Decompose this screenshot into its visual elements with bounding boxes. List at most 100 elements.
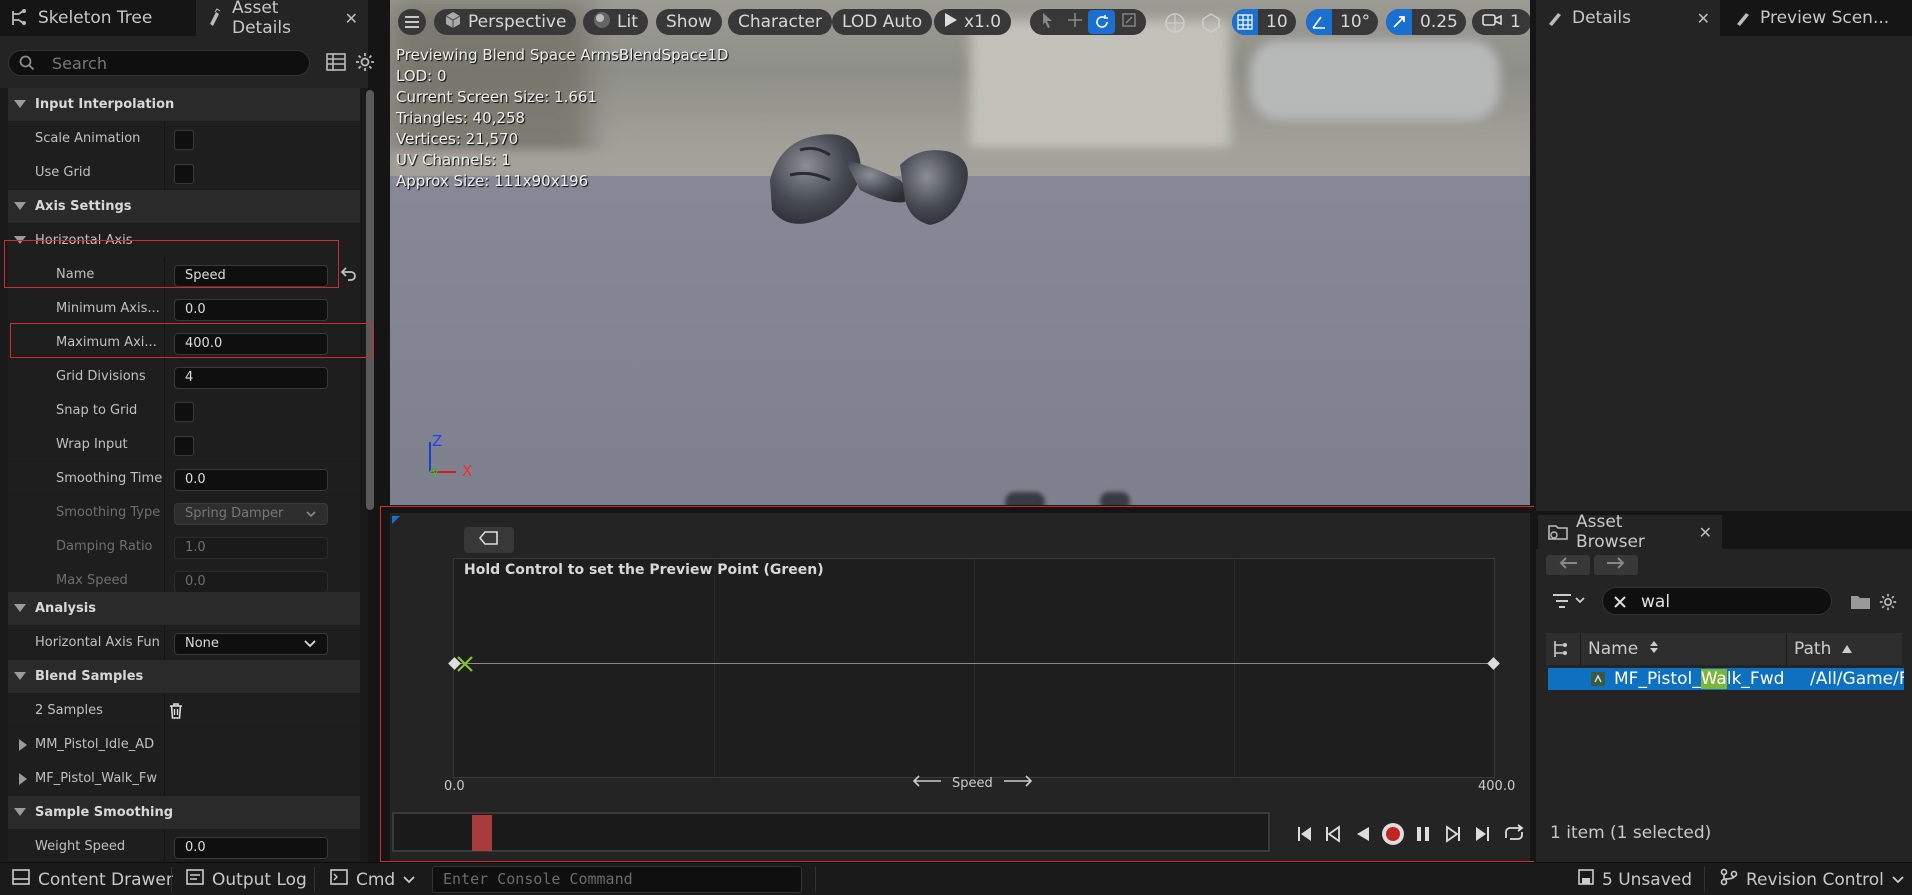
stat-line: UV Channels: 1 xyxy=(396,151,511,169)
reset-to-default-icon[interactable] xyxy=(340,264,358,286)
folder-icon[interactable] xyxy=(1850,593,1872,615)
blend-sample-item[interactable]: MF_Pistol_Walk_Fw xyxy=(8,762,360,796)
expand-triangle-icon xyxy=(19,773,27,785)
maximum-axis-field[interactable]: 400.0 xyxy=(174,333,328,355)
lod-button[interactable]: LOD Auto xyxy=(832,9,933,35)
property-label: Minimum Axis... xyxy=(56,301,160,316)
max-speed-field[interactable]: 0.0 xyxy=(174,571,328,593)
select-icon[interactable] xyxy=(1034,12,1061,33)
minimum-axis-field[interactable]: 0.0 xyxy=(174,299,328,321)
toggle-triangulation-button[interactable] xyxy=(464,527,514,553)
step-back-icon[interactable] xyxy=(1322,822,1346,846)
property-label: 2 Samples xyxy=(35,703,103,718)
blend-space-graph[interactable]: Hold Control to set the Preview Point (G… xyxy=(448,558,1500,778)
axis-name-field[interactable]: Speed xyxy=(174,265,328,287)
trash-icon[interactable] xyxy=(167,702,185,724)
unsaved-button[interactable]: 5 Unsaved xyxy=(1578,863,1692,895)
translate-icon[interactable] xyxy=(1061,12,1088,33)
horizontal-axis-function-dropdown[interactable]: None xyxy=(174,633,328,655)
rotate-icon[interactable] xyxy=(1088,10,1115,34)
chevron-down-icon xyxy=(305,507,317,527)
lit-button[interactable]: Lit xyxy=(583,9,648,35)
blend-sample-item[interactable]: MM_Pistol_Idle_AD xyxy=(8,728,360,762)
section-blend-samples[interactable]: Blend Samples xyxy=(8,660,360,694)
damping-ratio-field[interactable]: 1.0 xyxy=(174,537,328,559)
hierarchy-icon[interactable] xyxy=(1552,640,1570,662)
column-header-name[interactable]: Name xyxy=(1580,633,1786,665)
grid-divisions-field[interactable]: 4 xyxy=(174,367,328,389)
tab-asset-browser[interactable]: Asset Browser ✕ xyxy=(1538,512,1722,552)
preview-point-marker[interactable] xyxy=(456,655,474,673)
viewport[interactable]: Previewing Blend Space ArmsBlendSpace1D … xyxy=(390,0,1530,505)
expand-triangle-icon xyxy=(14,604,26,612)
forward-button[interactable] xyxy=(1594,555,1638,575)
section-analysis[interactable]: Analysis xyxy=(8,592,360,626)
tab-details[interactable]: Details ✕ xyxy=(1536,0,1720,36)
snap-to-grid-checkbox[interactable] xyxy=(174,402,194,422)
timeline-playhead[interactable] xyxy=(472,815,492,851)
surface-snap-icon[interactable] xyxy=(1200,12,1222,38)
property-maximum-axis: Maximum Axi... 400.0 xyxy=(8,326,360,360)
revision-control-icon xyxy=(1720,868,1738,891)
weight-speed-field[interactable]: 0.0 xyxy=(174,837,328,859)
scale-snap-button[interactable]: 0.25 xyxy=(1386,9,1466,35)
filter-icon[interactable] xyxy=(1552,593,1586,613)
show-button[interactable]: Show xyxy=(656,9,722,35)
mesh-shadow xyxy=(1100,492,1130,505)
details-scrollbar[interactable] xyxy=(366,90,374,510)
smoothing-time-field[interactable]: 0.0 xyxy=(174,469,328,491)
wrap-input-checkbox[interactable] xyxy=(174,436,194,456)
use-grid-checkbox[interactable] xyxy=(174,164,194,184)
pause-icon[interactable] xyxy=(1411,822,1435,846)
subsection-horizontal-axis[interactable]: Horizontal Axis xyxy=(8,224,360,258)
tab-skeleton-tree[interactable]: Skeleton Tree xyxy=(0,0,194,36)
tab-preview-scene[interactable]: Preview Scen... xyxy=(1724,0,1912,36)
world-local-icon[interactable] xyxy=(1164,12,1186,38)
content-drawer-button[interactable]: Content Drawer xyxy=(12,863,173,895)
section-sample-smoothing[interactable]: Sample Smoothing xyxy=(8,796,360,830)
play-reverse-icon[interactable] xyxy=(1351,822,1375,846)
grid-snap-value: 10 xyxy=(1266,12,1288,32)
section-axis-settings[interactable]: Axis Settings xyxy=(8,190,360,224)
close-icon[interactable]: ✕ xyxy=(1699,523,1712,542)
smoothing-type-dropdown[interactable]: Spring Damper xyxy=(174,503,328,525)
scale-icon[interactable] xyxy=(1115,12,1142,33)
close-icon[interactable]: ✕ xyxy=(345,9,358,28)
tab-preview-scene-label: Preview Scen... xyxy=(1760,8,1890,28)
property-label: Horizontal Axis Func xyxy=(35,635,159,650)
asset-search-input[interactable]: wal xyxy=(1602,587,1832,615)
column-header-path[interactable]: Path xyxy=(1786,633,1902,665)
perspective-button[interactable]: Perspective xyxy=(434,9,577,35)
table-view-icon[interactable] xyxy=(326,53,346,75)
skip-to-end-icon[interactable] xyxy=(1470,822,1494,846)
step-forward-icon[interactable] xyxy=(1440,822,1464,846)
revision-control-button[interactable]: Revision Control xyxy=(1720,863,1904,895)
timeline-scrub-bar[interactable] xyxy=(392,812,1270,852)
close-icon[interactable]: ✕ xyxy=(1697,9,1710,28)
camera-speed-button[interactable]: 1 xyxy=(1472,9,1530,35)
record-icon[interactable] xyxy=(1381,822,1405,846)
details-search-input[interactable]: Search xyxy=(8,50,310,76)
loop-icon[interactable] xyxy=(1502,822,1526,846)
back-button[interactable] xyxy=(1546,555,1590,575)
grid-snap-button[interactable]: 10 xyxy=(1232,9,1296,35)
scale-animation-checkbox[interactable] xyxy=(174,130,194,150)
angle-icon xyxy=(1306,9,1332,35)
viewport-menu-button[interactable] xyxy=(398,9,426,35)
rotation-snap-button[interactable]: 10° xyxy=(1306,9,1379,35)
console-placeholder: Enter Console Command xyxy=(443,870,633,888)
settings-gear-icon[interactable] xyxy=(1878,592,1898,616)
cmd-dropdown[interactable]: Cmd xyxy=(330,863,415,895)
section-input-interpolation[interactable]: Input Interpolation xyxy=(8,88,360,122)
skip-to-start-icon[interactable] xyxy=(1293,822,1317,846)
asset-list-row[interactable]: MF_Pistol_Walk_Fwd /All/Game/Fi xyxy=(1548,668,1904,690)
sample-point-end[interactable] xyxy=(1487,657,1500,670)
tab-asset-details[interactable]: Asset Details ✕ xyxy=(196,0,368,38)
console-command-input[interactable]: Enter Console Command xyxy=(432,866,802,893)
character-button[interactable]: Character xyxy=(728,9,832,35)
output-log-button[interactable]: Output Log xyxy=(186,863,307,895)
settings-gear-icon[interactable] xyxy=(354,51,376,77)
expand-triangle-icon xyxy=(14,236,26,244)
play-speed-button[interactable]: x1.0 xyxy=(934,9,1012,35)
clear-search-icon[interactable] xyxy=(1613,595,1627,613)
